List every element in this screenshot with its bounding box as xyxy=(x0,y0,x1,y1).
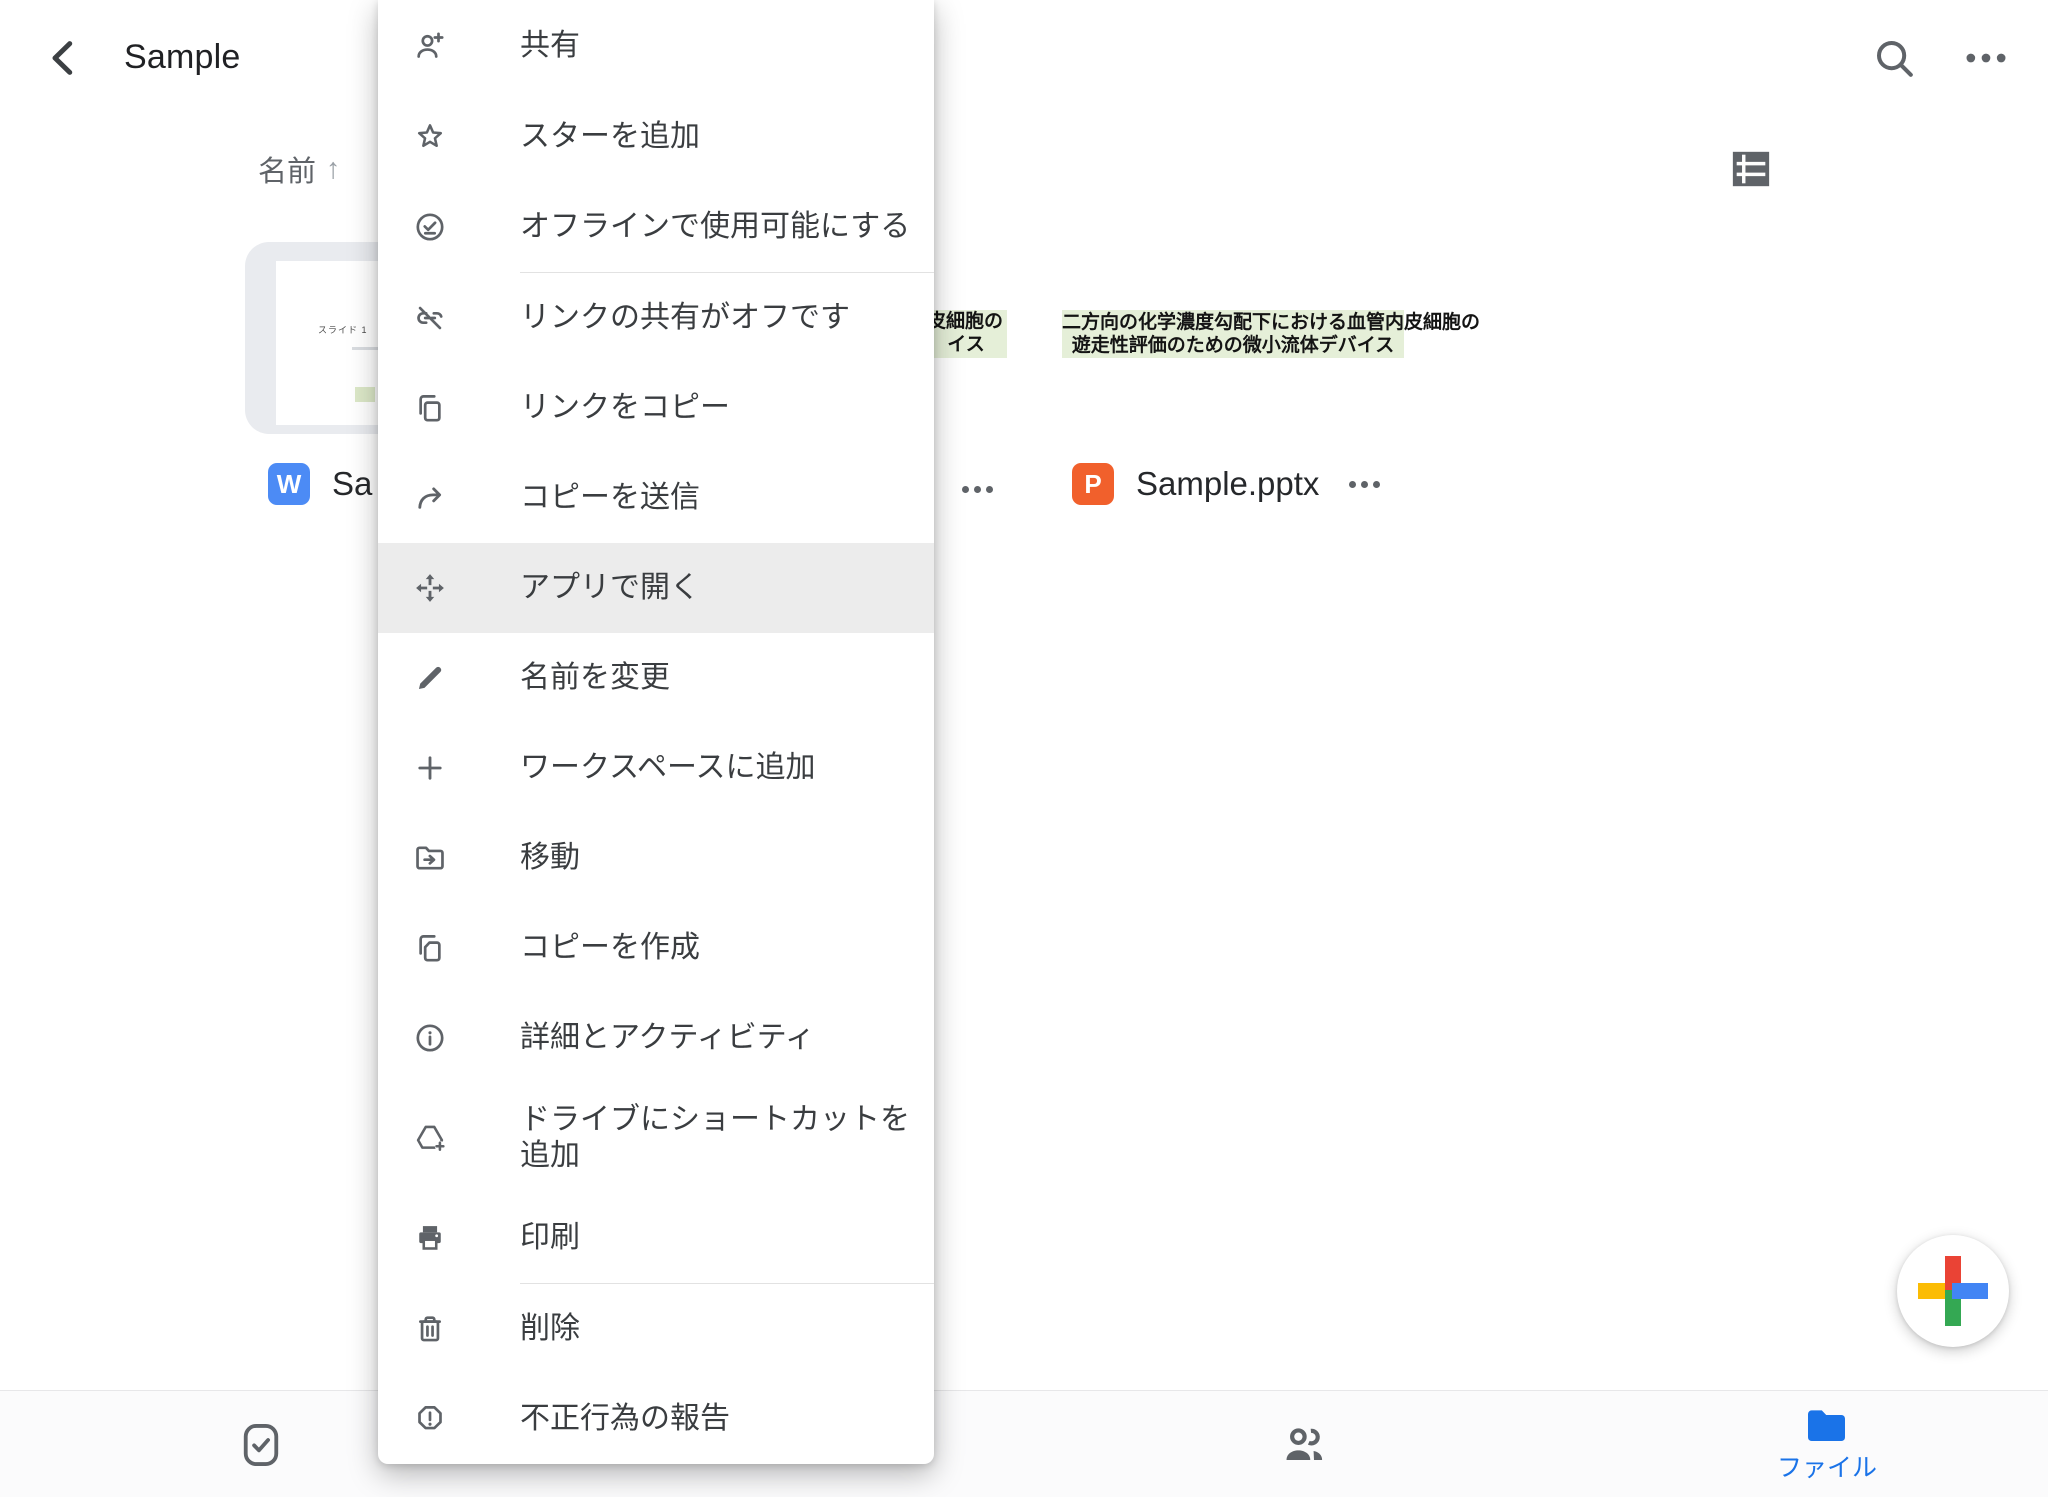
back-button[interactable] xyxy=(38,32,90,84)
print-icon xyxy=(413,1221,447,1255)
menu-item-make-copy[interactable]: コピーを作成 xyxy=(378,903,934,993)
nav-item-selected-items[interactable] xyxy=(161,1391,361,1497)
page-title: Sample xyxy=(124,38,240,77)
menu-item-add-to-workspace[interactable]: ワークスペースに追加 xyxy=(378,723,934,813)
pdf-thumbnail-fragment[interactable]: 皮細胞の イス xyxy=(925,310,1007,358)
menu-item-open-in-app[interactable]: アプリで開く xyxy=(378,543,934,633)
folder-move-icon xyxy=(413,841,447,875)
menu-item-send-copy[interactable]: コピーを送信 xyxy=(378,453,934,543)
menu-item-add-shortcut-to-drive[interactable]: ドライブにショートカットを追加 xyxy=(378,1083,934,1193)
fragment-title-line-1: 皮細胞の xyxy=(925,310,1007,333)
pptx-title-line-2: 遊走性評価のための微小流体デバイス xyxy=(1062,334,1404,357)
chevron-left-icon xyxy=(41,35,87,81)
file-grid-thumbnails: スライド 1 皮細胞の イス 二方向の化学濃度勾配下における血管内皮細胞の 遊走… xyxy=(0,236,2048,446)
fragment-title-line-2: イス xyxy=(925,333,1007,356)
pptx-thumbnail-title[interactable]: 二方向の化学濃度勾配下における血管内皮細胞の 遊走性評価のための微小流体デバイス xyxy=(1062,310,1404,358)
shared-people-icon xyxy=(1279,1420,1329,1470)
link-off-icon xyxy=(413,301,447,335)
menu-item-print[interactable]: 印刷 xyxy=(378,1193,934,1283)
menu-item-delete[interactable]: 削除 xyxy=(378,1284,934,1374)
list-view-toggle-button[interactable] xyxy=(1722,140,1780,198)
doc-micro-text: スライド 1 xyxy=(318,323,368,336)
trash-icon xyxy=(413,1312,447,1346)
menu-item-share[interactable]: 共有 xyxy=(378,0,934,92)
nav-item-files[interactable]: ファイル xyxy=(1727,1391,1927,1497)
file-row-pptx[interactable]: P Sample.pptx xyxy=(1072,458,1380,510)
top-app-bar: Sample xyxy=(0,0,2048,120)
create-new-fab[interactable] xyxy=(1897,1235,2009,1347)
menu-item-rename[interactable]: 名前を変更 xyxy=(378,633,934,723)
report-icon xyxy=(413,1402,447,1436)
docx-file-name: Sa xyxy=(332,465,372,503)
search-icon xyxy=(1870,34,1918,82)
three-dot-menu-icon xyxy=(1960,32,2012,84)
list-view-icon xyxy=(1728,148,1774,190)
drive-app-screen: Sample 名前 ↑ xyxy=(0,0,2048,1497)
send-copy-icon xyxy=(413,481,447,515)
pptx-file-name: Sample.pptx xyxy=(1136,465,1319,503)
doc-mini-green-block xyxy=(355,387,375,402)
menu-item-copy-link[interactable]: リンクをコピー xyxy=(378,363,934,453)
make-copy-icon xyxy=(413,931,447,965)
word-file-badge: W xyxy=(268,463,310,505)
nav-files-label: ファイル xyxy=(1777,1448,1877,1484)
bottom-navigation-bar: ファイル xyxy=(0,1390,2048,1497)
sort-ascending-arrow-icon: ↑ xyxy=(326,153,341,186)
menu-item-move[interactable]: 移動 xyxy=(378,813,934,903)
person-add-icon xyxy=(413,29,447,63)
file-context-menu: 共有 スターを追加 オフラインで使用可能にする xyxy=(378,0,934,1464)
selection-checkbox-icon xyxy=(240,1420,282,1470)
list-controls-row: 名前 ↑ xyxy=(0,140,2048,200)
overflow-menu-button[interactable] xyxy=(1958,30,2014,86)
info-icon xyxy=(413,1021,447,1055)
plus-icon xyxy=(413,751,447,785)
pptx-title-line-1: 二方向の化学濃度勾配下における血管内皮細胞の xyxy=(1062,311,1404,334)
menu-item-link-sharing-off[interactable]: リンクの共有がオフです xyxy=(378,273,934,363)
search-button[interactable] xyxy=(1866,30,1922,86)
nav-item-shared[interactable] xyxy=(1204,1391,1404,1497)
menu-item-report-abuse[interactable]: 不正行為の報告 xyxy=(378,1374,934,1464)
menu-item-available-offline[interactable]: オフラインで使用可能にする xyxy=(378,182,934,272)
file-row-docx[interactable]: W Sa xyxy=(268,458,372,510)
rename-pencil-icon xyxy=(413,661,447,695)
sort-label: 名前 xyxy=(258,148,316,190)
pptx-more-button[interactable] xyxy=(1349,481,1380,488)
sort-by-name-control[interactable]: 名前 ↑ xyxy=(258,148,341,190)
offline-pin-icon xyxy=(413,210,447,244)
drive-shortcut-icon xyxy=(413,1121,447,1155)
copy-link-icon xyxy=(413,391,447,425)
powerpoint-file-badge: P xyxy=(1072,463,1114,505)
open-with-icon xyxy=(413,571,447,605)
menu-item-details-activity[interactable]: 詳細とアクティビティ xyxy=(378,993,934,1083)
menu-item-add-star[interactable]: スターを追加 xyxy=(378,92,934,182)
star-icon xyxy=(413,120,447,154)
doc-micro-line xyxy=(352,347,378,350)
files-folder-icon xyxy=(1803,1406,1851,1446)
middle-file-more-button[interactable] xyxy=(962,486,993,493)
google-plus-icon xyxy=(1918,1256,1988,1326)
